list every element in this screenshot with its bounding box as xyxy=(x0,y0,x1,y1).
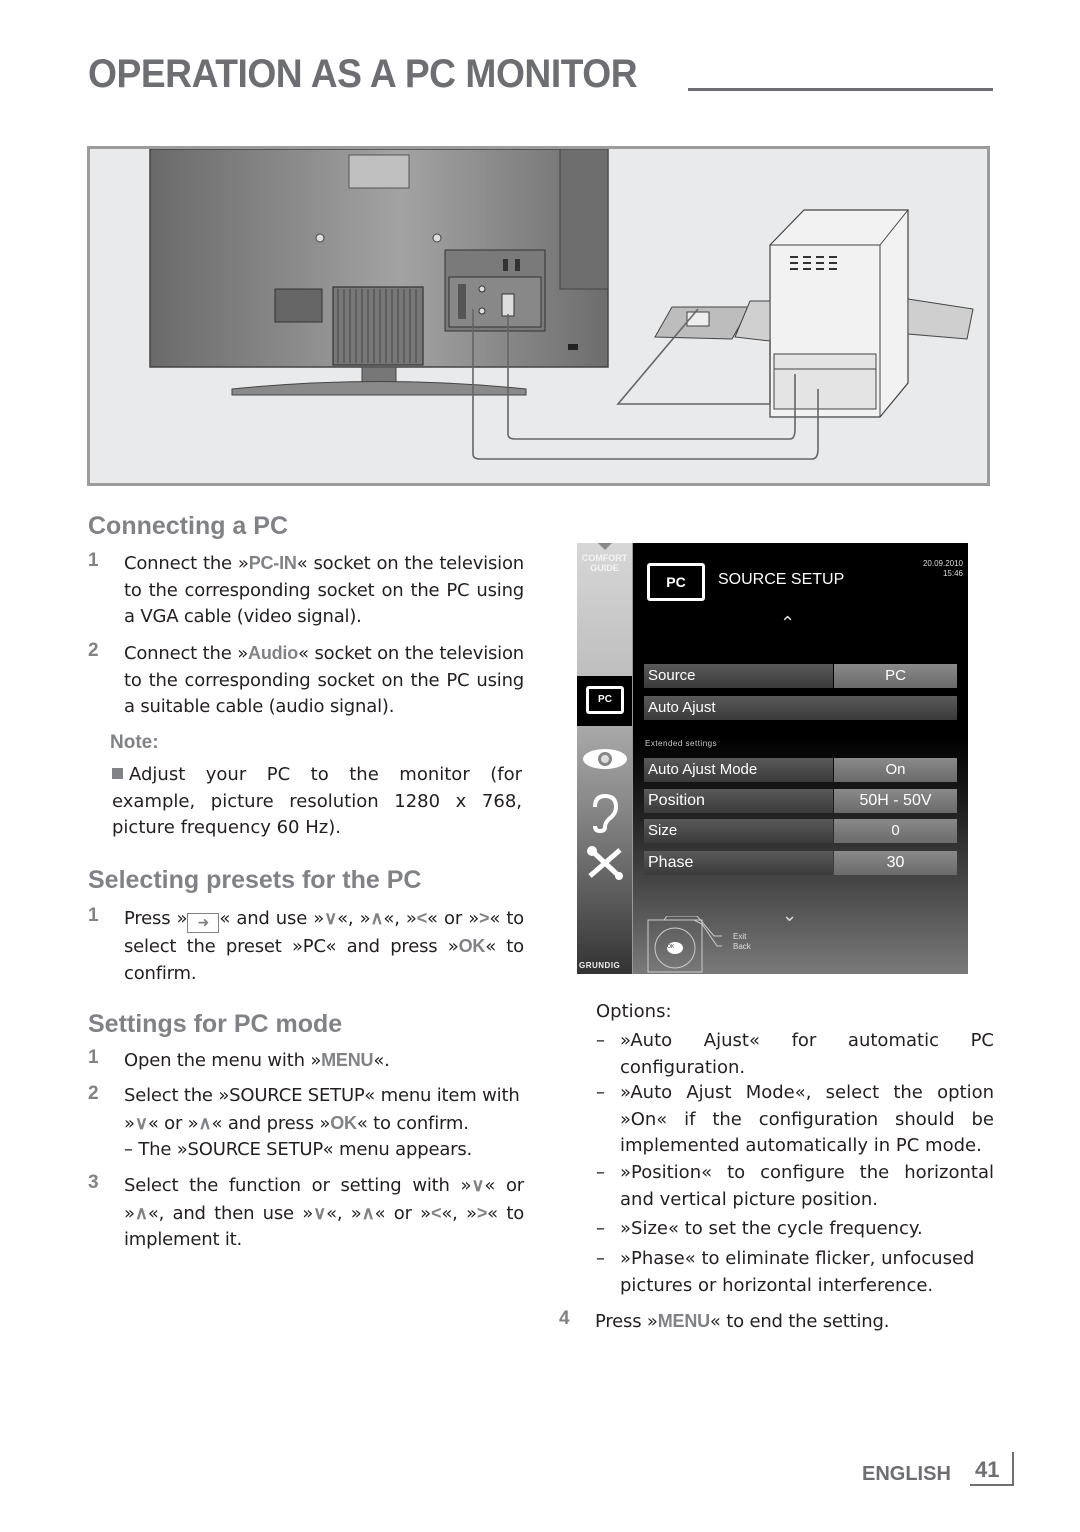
down-arrow-icon: ∨ xyxy=(324,908,338,928)
menu-row-size[interactable]: Size 0 xyxy=(644,819,957,843)
right-arrow-icon: > xyxy=(479,908,490,928)
note-label: Note: xyxy=(110,732,159,753)
step-text: Open the menu with »MENU«. xyxy=(124,1050,390,1071)
menu-row-auto-ajust-mode[interactable]: Auto Ajust Mode On xyxy=(644,758,957,782)
pc-tower xyxy=(769,209,909,418)
step-text: Connect the »PC-IN« socket on the televi… xyxy=(124,553,524,627)
sidebar-item-sound[interactable] xyxy=(589,793,621,834)
pc-source-icon: PC xyxy=(586,686,624,714)
tv-rear xyxy=(149,148,609,396)
menu-title: SOURCE SETUP xyxy=(718,571,845,588)
ear-icon xyxy=(593,793,619,834)
step-text: Press »MENU« to end the setting. xyxy=(595,1311,890,1332)
step-text: Press » ➜ « and use »∨«, »∧«, »<« or »>« t… xyxy=(124,908,524,984)
menu-sidebar: COMFORT GUIDE PC GRUNDIG xyxy=(577,543,632,974)
menu-row-position[interactable]: Position 50H - 50V xyxy=(644,789,957,813)
page-number: 41 xyxy=(975,1457,1000,1482)
step-number: 1 xyxy=(88,550,99,571)
step-text: Select the »SOURCE SETUP« menu item with… xyxy=(124,1085,520,1160)
down-arrow-icon: ∨ xyxy=(313,1202,327,1223)
step-text: Select the function or setting with »∨« … xyxy=(124,1175,525,1250)
footer-rule-vertical xyxy=(1012,1452,1014,1486)
sidebar-item-settings[interactable] xyxy=(585,845,625,881)
menu-row-source[interactable]: Source PC xyxy=(644,664,957,688)
step-number: 4 xyxy=(559,1308,570,1329)
page-title: OPERATION AS A PC MONITOR xyxy=(88,52,638,96)
footer-language: ENGLISH xyxy=(862,1463,951,1485)
heading-settings-pc-mode: Settings for PC mode xyxy=(88,1010,343,1038)
right-arrow-icon: > xyxy=(476,1202,488,1223)
tv-pc-diagram xyxy=(149,148,974,460)
left-arrow-icon: < xyxy=(416,908,428,928)
grundig-logo: GRUNDIG xyxy=(579,961,621,970)
source-setup-pc-icon: PC xyxy=(647,563,705,601)
step-number: 3 xyxy=(88,1172,99,1193)
remote-nav-legend xyxy=(647,916,722,973)
connection-illustration xyxy=(87,146,990,486)
ok-label: OK xyxy=(667,944,675,950)
title-rule xyxy=(688,88,993,91)
scroll-down-icon[interactable]: ⌄ xyxy=(782,905,797,926)
note-text: Adjust your PC to the monitor (for examp… xyxy=(112,764,522,838)
extended-settings-label: Extended settings xyxy=(645,739,718,748)
comfort-guide-arrow-icon xyxy=(598,543,612,550)
footer-rule xyxy=(970,1484,1014,1486)
heading-connecting-pc: Connecting a PC xyxy=(88,512,289,540)
keyboard-right xyxy=(907,298,974,340)
left-arrow-icon: < xyxy=(431,1202,442,1223)
tv-source-setup-menu: COMFORT GUIDE PC GRUNDIG PC SOURCE SETUP… xyxy=(577,543,968,974)
eye-icon xyxy=(583,749,627,769)
bullet-square-icon xyxy=(112,768,123,779)
down-arrow-icon: ∨ xyxy=(471,1175,485,1195)
tools-icon xyxy=(587,846,623,880)
up-arrow-icon: ∧ xyxy=(134,1202,148,1223)
comfort-guide-label: COMFORT GUIDE xyxy=(581,553,628,573)
up-arrow-icon: ∧ xyxy=(361,1202,375,1223)
step-number: 1 xyxy=(88,905,99,926)
sidebar-item-picture[interactable] xyxy=(581,747,629,771)
menu-row-auto-ajust[interactable]: Auto Ajust xyxy=(644,696,957,720)
step-number: 2 xyxy=(88,640,99,661)
exit-legend: Exit xyxy=(733,932,747,941)
step-number: 1 xyxy=(88,1047,99,1068)
down-arrow-icon: ∨ xyxy=(134,1112,148,1133)
sidebar-item-source[interactable]: PC xyxy=(577,676,632,726)
menu-row-phase[interactable]: Phase 30 xyxy=(644,851,957,875)
heading-selecting-presets: Selecting presets for the PC xyxy=(88,866,422,894)
scroll-up-icon[interactable]: ⌃ xyxy=(780,613,795,634)
step-number: 2 xyxy=(88,1083,99,1104)
menu-datetime: 20.09.2010 15:46 xyxy=(922,559,963,578)
up-arrow-icon: ∧ xyxy=(198,1112,212,1133)
input-source-button-icon: ➜ xyxy=(187,913,220,933)
back-legend: Back xyxy=(733,942,751,951)
step-text: Connect the »Audio« socket on the televi… xyxy=(124,643,524,717)
options-label: Options: xyxy=(596,1001,672,1022)
up-arrow-icon: ∧ xyxy=(370,908,384,928)
